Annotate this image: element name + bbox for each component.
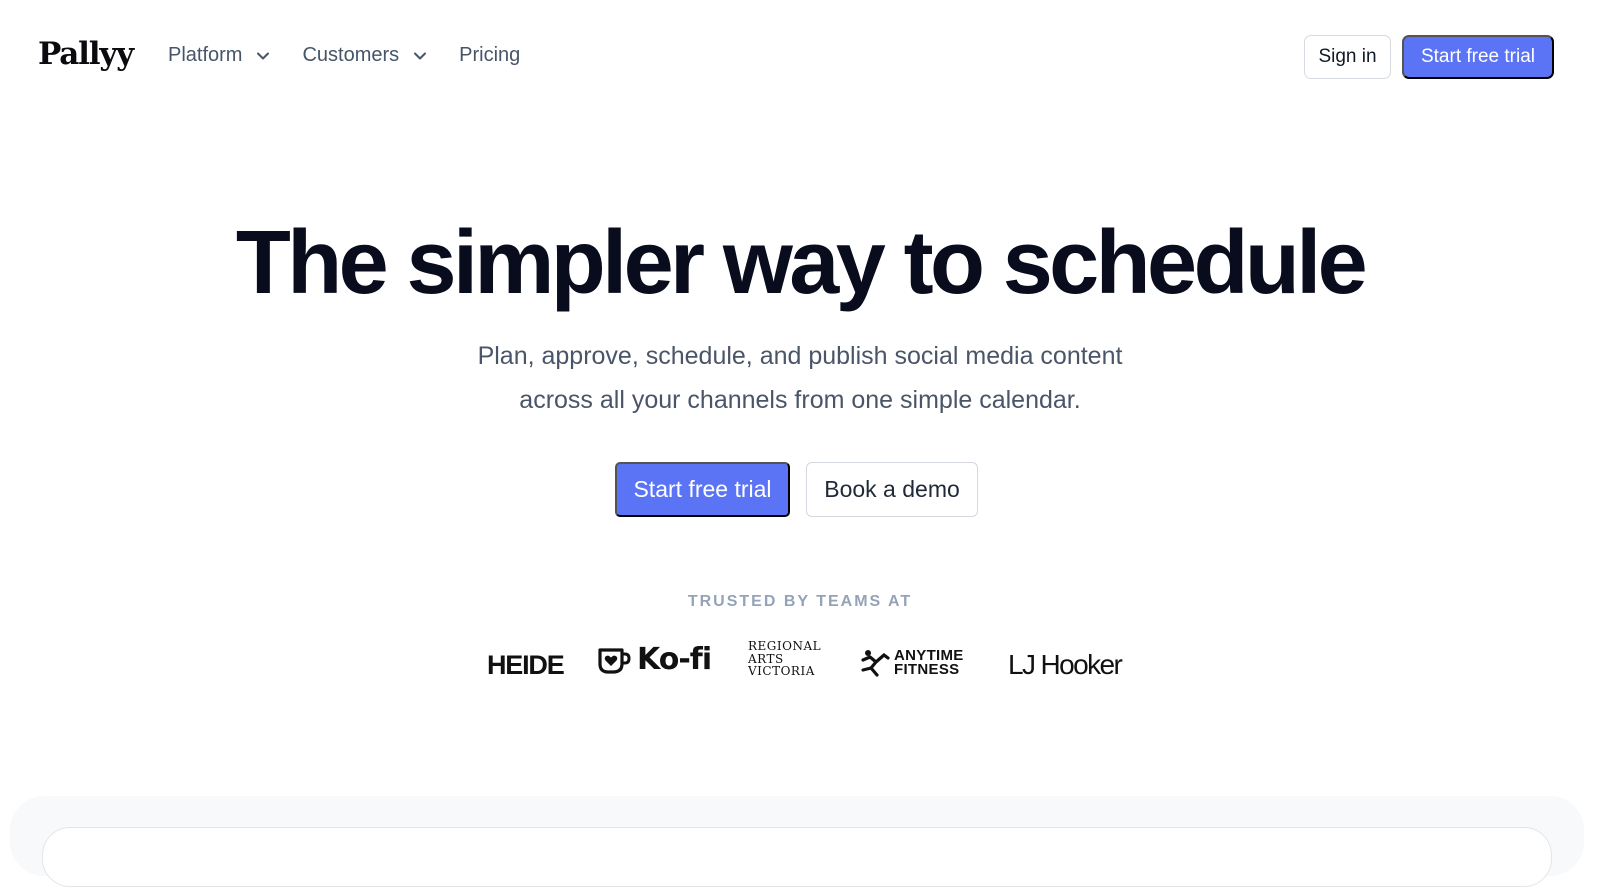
pallyy-logo[interactable]: Pallyy [38,36,134,72]
chevron-down-icon [257,52,270,59]
nav-item-customers[interactable]: Customers [302,44,427,67]
anytime-fitness-text: ANYTIME FITNESS [894,648,964,678]
nav-item-label: Platform [168,44,243,66]
trusted-by-label: TRUSTED BY TEAMS AT [687,593,913,610]
nav-item-pricing[interactable]: Pricing [459,44,520,67]
lj-hooker-logo: LJ Hooker [1008,649,1123,680]
nav-links: Platform Customers Pricing [168,44,552,67]
start-free-trial-button[interactable]: Start free trial [615,462,790,517]
anytime-fitness-logo: ANYTIME FITNESS [860,648,964,678]
heide-logo: HEIDE [487,650,565,680]
rav-line: VICTORIA [748,664,815,678]
regional-arts-victoria-logo: REGIONAL ARTS VICTORIA [748,640,821,678]
hero-subtitle-line-1: Plan, approve, schedule, and publish soc… [477,342,1123,370]
customer-logos: HEIDE Ko-fi REGIONAL ARTS VICTORIA ANYTI… [0,640,1600,690]
kofi-logo-text: Ko-fi [637,642,712,677]
kofi-logo: Ko-fi [597,642,712,677]
rav-line: REGIONAL [748,639,822,653]
fitness-line: FITNESS [894,661,960,678]
running-man-icon [861,650,890,677]
hero-title: The simpler way to schedule [235,213,1368,313]
product-preview-card [42,827,1552,887]
top-navigation: Pallyy Platform Customers Pricing Sign i… [0,0,1600,114]
book-demo-button[interactable]: Book a demo [806,462,978,517]
sign-in-button[interactable]: Sign in [1304,35,1391,79]
kofi-cup-heart-icon [598,647,631,674]
hero-subtitle: Plan, approve, schedule, and publish soc… [420,334,1180,422]
nav-item-platform[interactable]: Platform [168,44,270,67]
start-free-trial-nav-button[interactable]: Start free trial [1402,35,1554,79]
nav-item-label: Customers [302,44,400,66]
hero-subtitle-line-2: across all your channels from one simple… [519,386,1081,414]
chevron-down-icon [414,52,427,59]
nav-item-label: Pricing [459,44,521,66]
